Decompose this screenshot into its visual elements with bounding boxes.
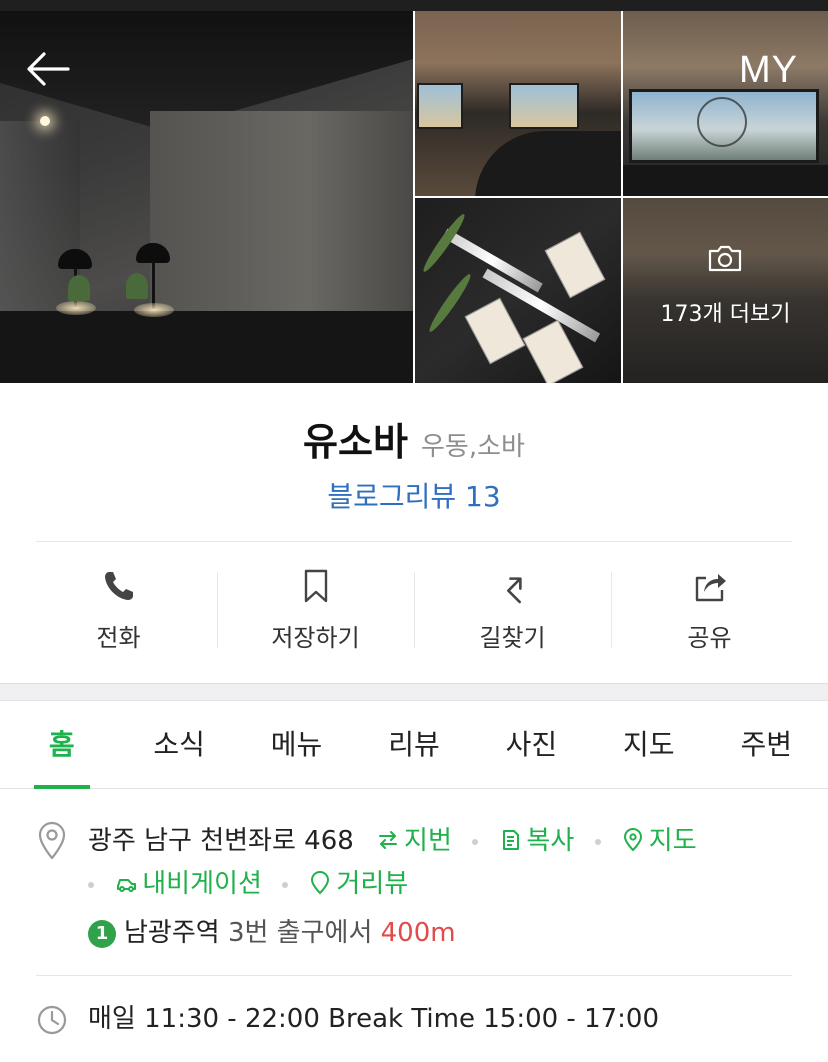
tab-bar: 홈 소식 메뉴 리뷰 사진 지도 주변 (0, 701, 828, 789)
my-button[interactable]: MY (739, 49, 798, 92)
share-icon (695, 574, 726, 602)
tab-reviews[interactable]: 리뷰 (355, 701, 472, 788)
status-bar (0, 0, 828, 11)
share-button[interactable]: 공유 (611, 568, 808, 653)
blog-review-link[interactable]: 블로그리뷰 13 (0, 475, 828, 515)
map-link[interactable]: 지도 (621, 826, 697, 856)
location-pin-icon (38, 821, 66, 860)
tab-home[interactable]: 홈 (3, 701, 120, 789)
separator-dot (88, 881, 94, 888)
place-header: 유소바 우동,소바 블로그리뷰 13 전화 저장하기 길찾기 공유 (0, 383, 828, 683)
gallery-photo-4[interactable] (415, 198, 621, 383)
lot-number-label: 지번 (404, 826, 452, 856)
address-links-row: 내비게이션 거리뷰 (88, 867, 808, 901)
copy-link[interactable]: 복사 (498, 826, 582, 856)
camera-icon (708, 245, 742, 272)
phone-icon (104, 572, 133, 600)
tab-menu[interactable]: 메뉴 (238, 701, 355, 788)
navigation-link[interactable]: 내비게이션 (114, 869, 270, 899)
subway-exit: 3번 출구에서 (227, 918, 373, 948)
divider (36, 541, 792, 542)
directions-label: 길찾기 (479, 624, 546, 652)
map-pin-icon (623, 828, 642, 852)
subway-row: 1 남광주역 3번 출구에서 400m (88, 916, 808, 950)
copy-label: 복사 (526, 826, 575, 856)
more-photos-label: 173개 더보기 (660, 302, 791, 327)
place-info: 광주 남구 천변좌로 468 지번 복사 지도 내비게이션 거리뷰 1 남광주역 … (0, 790, 828, 1062)
street-view-icon (311, 871, 330, 895)
place-name: 유소바 (303, 420, 408, 464)
tab-news[interactable]: 소식 (120, 701, 237, 788)
lot-number-link[interactable]: 지번 (376, 826, 460, 856)
copy-icon (503, 830, 520, 850)
tab-photos[interactable]: 사진 (473, 701, 590, 788)
address-row: 광주 남구 천변좌로 468 지번 복사 지도 (88, 824, 808, 858)
share-label: 공유 (687, 624, 732, 652)
separator-dot (282, 881, 289, 888)
place-category: 우동,소바 (421, 432, 525, 462)
tab-nearby[interactable]: 주변 (708, 701, 825, 788)
bookmark-icon (304, 569, 327, 603)
save-label: 저장하기 (271, 624, 360, 652)
action-bar: 전화 저장하기 길찾기 공유 (20, 568, 808, 653)
gallery-photo-2[interactable] (415, 11, 621, 196)
save-button[interactable]: 저장하기 (217, 568, 414, 653)
subway-station: 남광주역 (124, 918, 220, 948)
gallery-more-photos[interactable]: 173개 더보기 (623, 198, 828, 383)
section-gap (0, 683, 828, 701)
directions-icon (506, 577, 522, 604)
subway-distance: 400m (380, 918, 456, 948)
divider (36, 975, 792, 976)
call-button[interactable]: 전화 (20, 568, 217, 653)
tab-map[interactable]: 지도 (590, 701, 707, 788)
map-label: 지도 (648, 826, 697, 856)
separator-dot (594, 838, 601, 845)
separator-dot (472, 838, 479, 845)
photo-gallery: 173개 더보기 MY (0, 11, 828, 383)
gallery-photo-3[interactable] (623, 11, 828, 196)
title-row: 유소바 우동,소바 (0, 411, 828, 466)
car-icon (117, 879, 137, 892)
subway-line-badge: 1 (88, 920, 116, 948)
call-label: 전화 (96, 624, 141, 652)
directions-button[interactable]: 길찾기 (414, 568, 611, 653)
business-hours[interactable]: 매일 11:30 - 22:00 Break Time 15:00 - 17:0… (88, 1002, 808, 1036)
address-text: 광주 남구 천변좌로 468 (88, 826, 354, 856)
clock-icon (37, 1005, 67, 1035)
swap-icon (379, 831, 398, 849)
back-arrow-icon[interactable] (24, 49, 72, 89)
navigation-label: 내비게이션 (142, 869, 262, 899)
street-view-link[interactable]: 거리뷰 (308, 869, 408, 899)
street-view-label: 거리뷰 (336, 869, 409, 899)
